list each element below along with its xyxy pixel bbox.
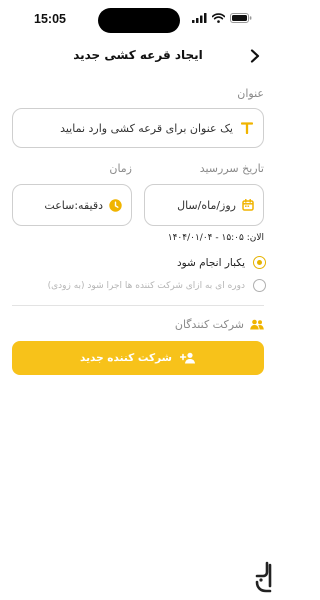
date-placeholder: روز/ماه/سال — [177, 198, 236, 212]
dynamic-island — [98, 8, 180, 33]
radio-unselected-icon — [253, 279, 266, 292]
add-participant-label: شرکت کننده جدید — [80, 352, 172, 364]
add-person-icon — [180, 352, 195, 364]
divider — [12, 305, 264, 306]
back-button[interactable] — [246, 47, 264, 65]
text-t-icon — [241, 122, 253, 134]
header: ایجاد قرعه کشی جدید — [0, 44, 276, 70]
radio-selected-icon — [253, 256, 266, 269]
date-label: تاریخ سررسید — [199, 162, 264, 175]
radio-periodic[interactable]: دوره ای به ازای شرکت کننده ها اجرا شود (… — [48, 279, 266, 292]
cellular-signal-icon — [192, 13, 207, 23]
participants-header: شرکت کنندگان — [175, 318, 264, 331]
battery-icon — [230, 13, 252, 23]
status-time: 15:05 — [34, 12, 66, 26]
page-title: ایجاد قرعه کشی جدید — [73, 48, 203, 62]
participants-section-label: شرکت کنندگان — [174, 318, 244, 331]
radio-periodic-label: دوره ای به ازای شرکت کننده ها اجرا شود (… — [47, 280, 245, 291]
brand-logo-icon — [252, 560, 276, 596]
add-participant-button[interactable]: شرکت کننده جدید — [12, 341, 264, 375]
wifi-icon — [212, 13, 225, 23]
radio-once[interactable]: یکبار انجام شود — [177, 256, 266, 269]
current-datetime: الان: ۱۵:۰۵ - ۱۴۰۴/۰۱/۰۴ — [167, 233, 264, 243]
calendar-icon — [242, 199, 254, 211]
time-placeholder: دقیقه:ساعت — [44, 198, 103, 212]
title-input[interactable]: یک عنوان برای قرعه کشی وارد نمایید — [12, 108, 264, 148]
time-input[interactable]: دقیقه:ساعت — [12, 184, 132, 226]
time-label: زمان — [109, 162, 132, 175]
status-icons — [192, 13, 252, 23]
chevron-right-icon — [250, 49, 260, 63]
date-input[interactable]: روز/ماه/سال — [144, 184, 264, 226]
title-label: عنوان — [237, 87, 264, 100]
people-icon — [250, 319, 264, 330]
clock-icon — [109, 198, 122, 212]
radio-once-label: یکبار انجام شود — [176, 256, 245, 269]
title-placeholder: یک عنوان برای قرعه کشی وارد نمایید — [60, 121, 233, 135]
status-bar: 15:05 — [0, 0, 276, 38]
